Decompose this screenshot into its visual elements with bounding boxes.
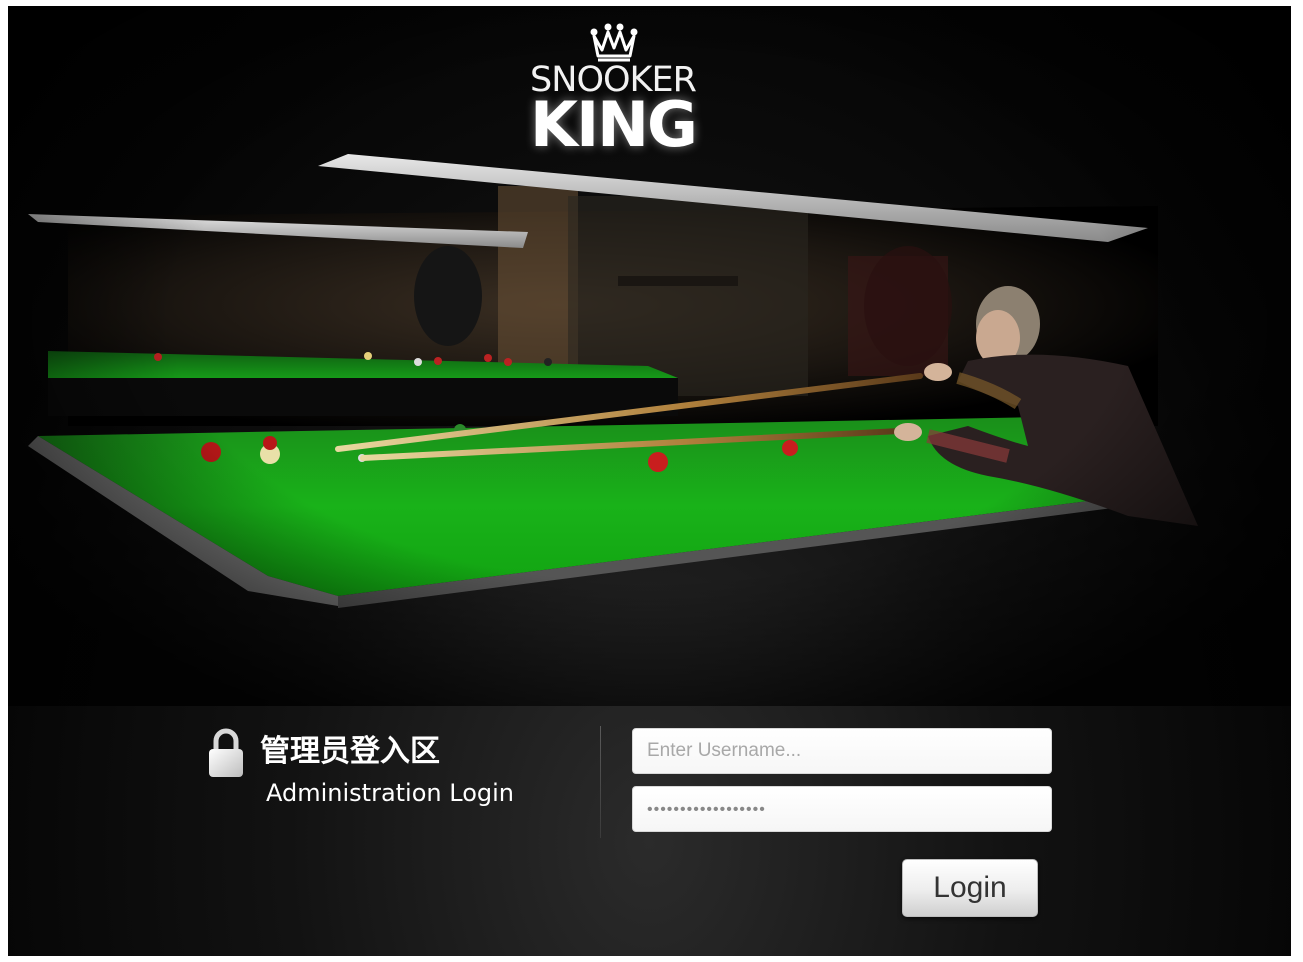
password-input[interactable] <box>632 786 1052 832</box>
snooker-king-logo: SNOOKER KING <box>508 16 718 156</box>
login-title-english: Administration Login <box>266 779 514 807</box>
login-heading: 管理员登入区 Administration Login <box>206 722 566 812</box>
lock-icon <box>209 728 243 777</box>
username-input[interactable] <box>632 728 1052 774</box>
vertical-divider <box>600 726 601 838</box>
login-title-chinese: 管理员登入区 <box>260 734 440 769</box>
login-button[interactable]: Login <box>902 859 1038 917</box>
login-page: SNOOKER KING 管理员登入区 Administration Login… <box>8 6 1291 956</box>
crown-icon <box>590 23 638 62</box>
logo-text-king: KING <box>530 88 698 161</box>
